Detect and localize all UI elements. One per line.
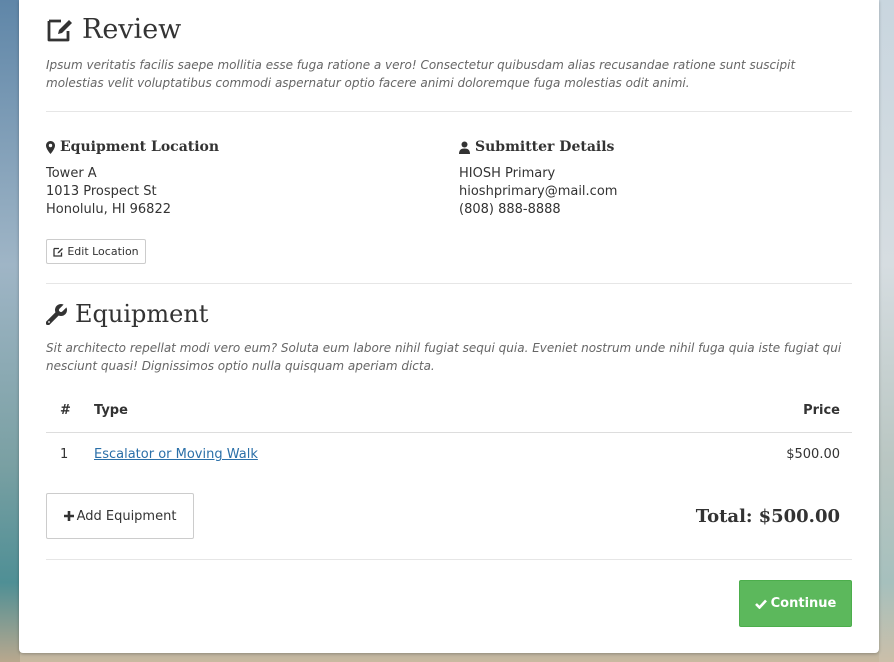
divider <box>46 559 852 560</box>
row-price: $500.00 <box>786 447 840 463</box>
plus-icon <box>63 511 74 521</box>
edit-location-button[interactable]: Edit Location <box>46 239 146 264</box>
review-card: Review Ipsum veritatis facilis saepe mol… <box>19 0 879 653</box>
location-address: Tower A 1013 Prospect St Honolulu, HI 96… <box>46 165 171 219</box>
check-icon <box>754 599 767 609</box>
submitter-heading: Submitter Details <box>459 139 614 155</box>
row-type-cell: Escalator or Moving Walk <box>94 432 635 477</box>
add-equipment-label: Add Equipment <box>76 508 177 524</box>
location-line: 1013 Prospect St <box>46 184 157 199</box>
equipment-description: Sit architecto repellat modi vero eum? S… <box>46 341 842 373</box>
submitter-heading-text: Submitter Details <box>475 139 615 155</box>
table-header-row: # Type Price <box>46 390 852 433</box>
divider <box>46 111 852 112</box>
user-icon <box>459 141 470 154</box>
row-number: 1 <box>60 447 69 463</box>
total-value: $500.00 <box>758 506 840 527</box>
background-right <box>879 0 894 662</box>
edit-icon <box>53 247 64 257</box>
column-header-price: Price <box>634 390 852 433</box>
location-heading-text: Equipment Location <box>60 139 220 155</box>
map-marker-icon <box>46 140 55 154</box>
submitter-line: hioshprimary@mail.com <box>459 184 618 199</box>
location-line: Tower A <box>46 166 97 181</box>
continue-label: Continue <box>770 596 837 611</box>
equipment-type-link[interactable]: Escalator or Moving Walk <box>94 447 258 462</box>
divider <box>46 283 852 284</box>
column-header-type: Type <box>94 390 635 433</box>
review-title: Review <box>46 14 181 45</box>
equipment-table: # Type Price 1 Escalator or Moving Walk … <box>46 390 852 477</box>
location-heading: Equipment Location <box>46 139 219 155</box>
submitter-line: (808) 888-8888 <box>459 202 561 217</box>
column-header-number: # <box>46 390 94 433</box>
review-description: Ipsum veritatis facilis saepe mollitia e… <box>46 58 796 90</box>
edit-location-label: Edit Location <box>67 245 139 258</box>
equipment-title-text: Equipment <box>75 300 209 328</box>
total: Total: $500.00 <box>696 506 840 527</box>
continue-button[interactable]: Continue <box>739 580 852 627</box>
background-left <box>0 0 20 662</box>
edit-icon <box>46 17 74 43</box>
table-row: 1 Escalator or Moving Walk $500.00 <box>46 432 852 477</box>
add-equipment-button[interactable]: Add Equipment <box>46 493 194 539</box>
location-line: Honolulu, HI 96822 <box>46 202 171 217</box>
equipment-title: Equipment <box>46 300 208 328</box>
review-title-text: Review <box>82 14 182 45</box>
total-label: Total: <box>695 506 753 527</box>
wrench-icon <box>46 303 68 325</box>
submitter-details: HIOSH Primary hioshprimary@mail.com (808… <box>459 165 617 219</box>
submitter-line: HIOSH Primary <box>459 166 556 181</box>
